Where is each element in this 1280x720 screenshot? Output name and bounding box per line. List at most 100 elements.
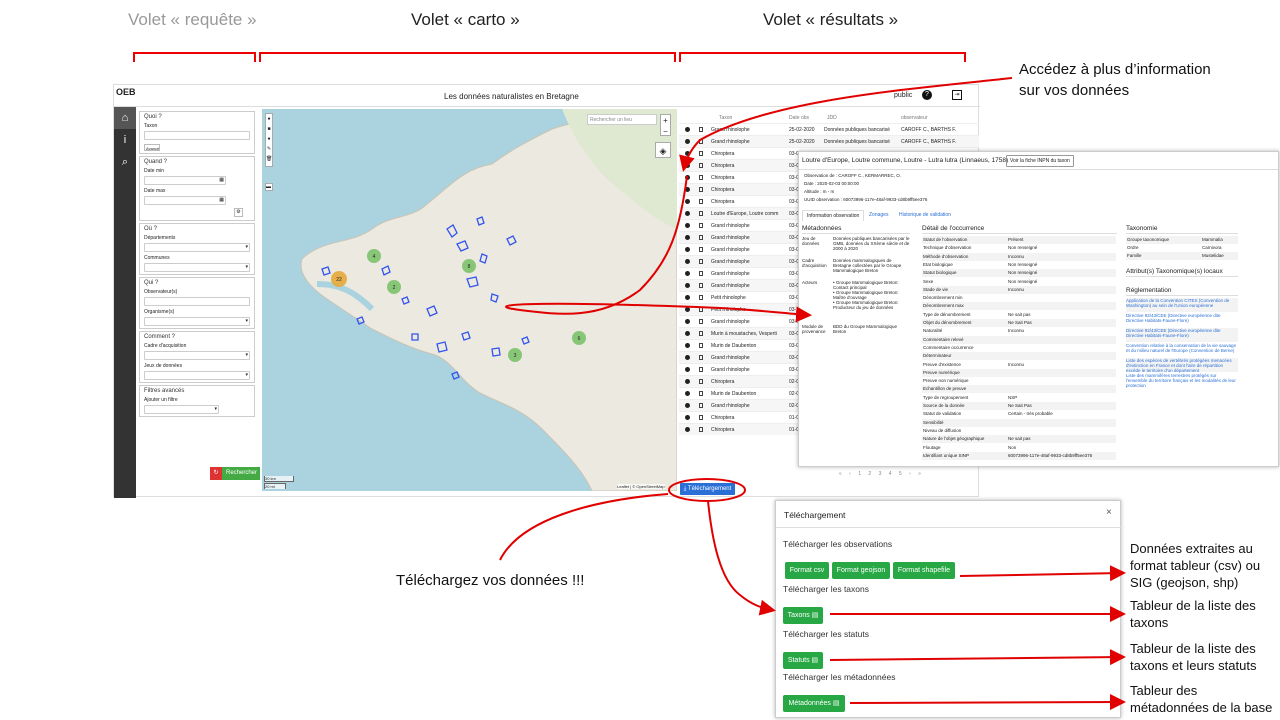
info-icon[interactable] — [685, 163, 690, 170]
organismes-select[interactable]: ▾ — [144, 317, 250, 326]
document-icon[interactable] — [699, 319, 703, 326]
document-icon[interactable] — [699, 391, 703, 398]
info-icon[interactable] — [685, 235, 690, 242]
document-icon[interactable] — [699, 151, 703, 158]
departements-select[interactable]: ▾ — [144, 243, 250, 252]
reset-icon[interactable]: ↻ — [210, 467, 222, 480]
info-icon[interactable] — [685, 223, 690, 230]
page-4[interactable]: 4 — [889, 471, 892, 477]
inpn-link-button[interactable]: Voir la fiche INPN du taxon — [1006, 155, 1074, 167]
info-icon[interactable] — [685, 151, 690, 158]
page-1[interactable]: 1 — [858, 471, 861, 477]
info-icon[interactable] — [685, 355, 690, 362]
info-icon[interactable] — [685, 187, 690, 194]
document-icon[interactable] — [699, 199, 703, 206]
document-icon[interactable] — [699, 175, 703, 182]
info-icon[interactable] — [685, 271, 690, 278]
taxons-button[interactable]: Taxons ▤ — [783, 607, 823, 624]
info-icon[interactable] — [685, 283, 690, 290]
draw-toolbar[interactable]: ● ■ ● ✎ 🗑 — [265, 113, 273, 167]
gear-icon[interactable]: ⚙ — [234, 208, 243, 217]
csv-button[interactable]: Format csv — [785, 562, 829, 579]
document-icon[interactable] — [699, 295, 703, 302]
observateurs-input[interactable] — [144, 297, 250, 306]
document-icon[interactable] — [699, 379, 703, 386]
info-icon[interactable] — [685, 139, 690, 146]
info-icon[interactable] — [685, 379, 690, 386]
geojson-button[interactable]: Format geojson — [832, 562, 890, 579]
document-icon[interactable] — [699, 187, 703, 194]
regulation-link[interactable]: Directive 92/43/CEE (Directive européenn… — [1126, 313, 1238, 327]
close-icon[interactable]: × — [1106, 507, 1112, 518]
document-icon[interactable] — [699, 415, 703, 422]
document-icon[interactable] — [699, 247, 703, 254]
communes-select[interactable]: ▾ — [144, 263, 250, 272]
table-row[interactable]: Grand rhinolophe 25-02-2020 Données publiq… — [679, 123, 979, 135]
info-icon[interactable] — [685, 427, 690, 434]
info-icon[interactable] — [685, 403, 690, 410]
layers-icon[interactable]: ◈ — [655, 142, 671, 158]
calendar-icon[interactable]: ▦ — [219, 177, 224, 183]
document-icon[interactable] — [699, 343, 703, 350]
document-icon[interactable] — [699, 367, 703, 374]
document-icon[interactable] — [699, 283, 703, 290]
tab-information[interactable]: Information observation — [802, 210, 865, 221]
metadonnees-button[interactable]: Métadonnées ▤ — [783, 695, 845, 712]
jeux-select[interactable]: ▾ — [144, 371, 250, 380]
page-2[interactable]: 2 — [868, 471, 871, 477]
filter-select[interactable]: ▾ — [144, 405, 219, 414]
regulation-link[interactable]: Directive 92/43/CEE (Directive européenn… — [1126, 328, 1238, 342]
search-button[interactable]: ↻ Rechercher — [210, 467, 260, 480]
info-icon[interactable] — [685, 211, 690, 218]
tab-historique[interactable]: Historique de validation — [899, 212, 951, 218]
page-3[interactable]: 3 — [879, 471, 882, 477]
info-icon[interactable] — [685, 319, 690, 326]
regulation-link[interactable]: Liste des espèces de vertébrés protégées… — [1126, 358, 1238, 373]
regulation-link[interactable]: Liste des mammifères terrestres protégés… — [1126, 373, 1238, 388]
info-icon[interactable] — [685, 199, 690, 206]
date-min-input[interactable]: ▦ — [144, 176, 226, 185]
help-icon[interactable]: ? — [922, 90, 932, 100]
logout-icon[interactable]: ⇥ — [952, 90, 962, 100]
info-icon[interactable] — [685, 127, 690, 134]
statuts-button[interactable]: Statuts ▤ — [783, 652, 823, 669]
document-icon[interactable] — [699, 307, 703, 314]
document-icon[interactable] — [699, 223, 703, 230]
document-icon[interactable] — [699, 163, 703, 170]
info-icon[interactable] — [685, 343, 690, 350]
document-icon[interactable] — [699, 331, 703, 338]
document-icon[interactable] — [699, 271, 703, 278]
info-icon[interactable] — [685, 247, 690, 254]
calendar-icon[interactable]: ▦ — [219, 197, 224, 203]
info-icon[interactable] — [685, 415, 690, 422]
info-icon[interactable] — [685, 331, 690, 338]
regulation-link[interactable]: Convention relative à la conservation de… — [1126, 343, 1238, 357]
document-icon[interactable] — [699, 259, 703, 266]
tab-zonages[interactable]: Zonages — [869, 212, 888, 218]
table-row[interactable]: Grand rhinolophe 25-02-2020 Données publiq… — [679, 135, 979, 147]
document-icon[interactable] — [699, 127, 703, 134]
col-taxon[interactable]: Taxon — [719, 115, 732, 121]
document-icon[interactable] — [699, 235, 703, 242]
col-jdd[interactable]: JDD — [827, 115, 837, 121]
info-icon[interactable] — [685, 391, 690, 398]
document-icon[interactable] — [699, 355, 703, 362]
document-icon[interactable] — [699, 403, 703, 410]
page-5[interactable]: 5 — [899, 471, 902, 477]
regulation-link[interactable]: Application de la Convention CITES (Conv… — [1126, 298, 1238, 312]
info-icon[interactable] — [685, 295, 690, 302]
date-max-input[interactable]: ▦ — [144, 196, 226, 205]
zoom-out-button[interactable]: − — [661, 126, 670, 137]
shapefile-button[interactable]: Format shapefile — [893, 562, 955, 579]
place-search-input[interactable]: Rechercher un lieu — [587, 114, 657, 125]
col-date[interactable]: Date obs — [789, 115, 809, 121]
pagination[interactable]: « ‹ 1 2 3 4 5 › » — [839, 471, 921, 477]
document-icon[interactable] — [699, 427, 703, 434]
map-view[interactable]: 4 8 22 2 3 6 ● ■ ● ✎ 🗑 ▬ Rechercher un lieu … — [262, 109, 677, 491]
cadre-select[interactable]: ▾ — [144, 351, 250, 360]
info-icon[interactable] — [685, 307, 690, 314]
taxon-input[interactable] — [144, 131, 250, 140]
document-icon[interactable] — [699, 139, 703, 146]
advanced-button[interactable]: Avancé — [144, 144, 160, 151]
folder-icon[interactable]: ▬ — [265, 183, 273, 191]
